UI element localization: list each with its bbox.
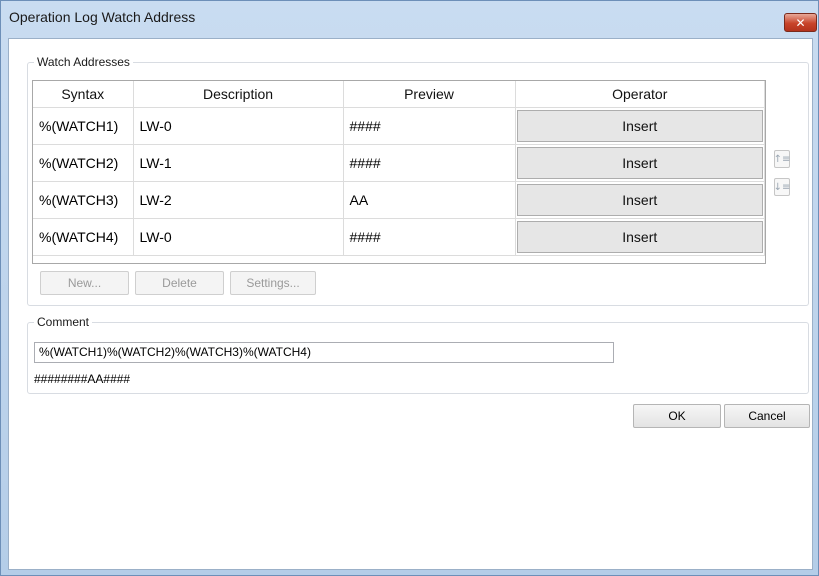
insert-button[interactable]: Insert — [516, 220, 763, 253]
preview-cell: AA — [343, 181, 516, 219]
insert-button[interactable]: Insert — [516, 146, 763, 179]
new-button[interactable]: New... — [40, 271, 129, 295]
description-cell[interactable]: LW-2 — [133, 181, 344, 219]
column-header-preview[interactable]: Preview — [343, 81, 516, 108]
table-row[interactable]: %(WATCH2) LW-1 #### Insert — [33, 144, 765, 182]
preview-cell: #### — [343, 218, 516, 256]
move-up-icon: ↑≡ — [773, 153, 791, 165]
table-row[interactable]: %(WATCH4) LW-0 #### Insert — [33, 218, 765, 256]
syntax-cell[interactable]: %(WATCH3) — [33, 181, 134, 219]
window-title: Operation Log Watch Address — [9, 9, 196, 25]
watch-address-table: Syntax Description Preview Operator %(WA… — [32, 80, 766, 264]
table-row[interactable]: %(WATCH3) LW-2 AA Insert — [33, 181, 765, 219]
move-down-button[interactable]: ↓≡ — [774, 178, 790, 196]
column-header-operator[interactable]: Operator — [515, 81, 765, 108]
syntax-cell[interactable]: %(WATCH4) — [33, 218, 134, 256]
delete-button[interactable]: Delete — [135, 271, 224, 295]
description-cell[interactable]: LW-1 — [133, 144, 344, 182]
table-row[interactable]: %(WATCH1) LW-0 #### Insert — [33, 107, 765, 145]
comment-label: Comment — [34, 315, 93, 329]
insert-button[interactable]: Insert — [516, 109, 763, 142]
syntax-cell[interactable]: %(WATCH2) — [33, 144, 134, 182]
table-header-row: Syntax Description Preview Operator — [33, 81, 765, 108]
preview-cell: #### — [343, 107, 516, 145]
settings-button[interactable]: Settings... — [230, 271, 316, 295]
watch-addresses-label: Watch Addresses — [34, 55, 133, 69]
move-down-icon: ↓≡ — [773, 181, 791, 193]
title-bar[interactable]: Operation Log Watch Address ✕ — [1, 1, 818, 33]
description-cell[interactable]: LW-0 — [133, 107, 344, 145]
close-button[interactable]: ✕ — [784, 13, 817, 32]
comment-preview: ########AA#### — [34, 372, 131, 386]
cancel-button[interactable]: Cancel — [724, 404, 810, 428]
ok-button[interactable]: OK — [633, 404, 721, 428]
close-icon: ✕ — [795, 15, 806, 30]
syntax-cell[interactable]: %(WATCH1) — [33, 107, 134, 145]
move-up-button[interactable]: ↑≡ — [774, 150, 790, 168]
comment-input[interactable]: %(WATCH1)%(WATCH2)%(WATCH3)%(WATCH4) — [34, 342, 614, 363]
description-cell[interactable]: LW-0 — [133, 218, 344, 256]
preview-cell: #### — [343, 144, 516, 182]
column-header-description[interactable]: Description — [133, 81, 344, 108]
column-header-syntax[interactable]: Syntax — [33, 81, 134, 108]
insert-button[interactable]: Insert — [516, 183, 763, 216]
